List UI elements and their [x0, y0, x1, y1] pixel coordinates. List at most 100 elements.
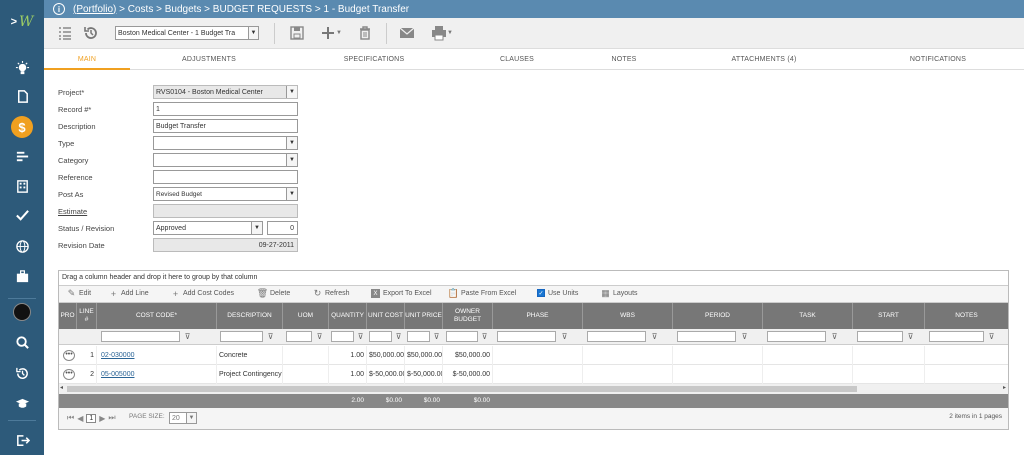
post-as-select[interactable]: Revised Budget ▼: [153, 187, 298, 201]
project-select[interactable]: RVS0104 - Boston Medical Center ▼: [153, 85, 298, 99]
tab-adjustments[interactable]: ADJUSTMENTS: [166, 49, 252, 70]
filter-input-cost-code[interactable]: [101, 331, 180, 342]
costs-dollar-icon[interactable]: $: [11, 116, 33, 138]
scroll-right-icon[interactable]: ▸: [1003, 384, 1006, 391]
column-header-start[interactable]: START: [853, 303, 925, 329]
filter-icon[interactable]: ⊽: [560, 332, 569, 341]
email-icon[interactable]: [398, 24, 416, 42]
filter-icon[interactable]: ⊽: [480, 332, 489, 341]
cell-cost-code[interactable]: 05-005000: [97, 365, 217, 384]
use-units-toggle[interactable]: ✓ Use Units: [537, 289, 578, 297]
layouts-button[interactable]: ▦ Layouts: [601, 288, 637, 298]
tab-specifications[interactable]: SPECIFICATIONS: [324, 49, 424, 70]
user-avatar[interactable]: [13, 303, 31, 321]
column-header-line[interactable]: LINE #: [77, 303, 97, 329]
add-icon[interactable]: ▼: [318, 24, 344, 42]
filter-input-description[interactable]: [220, 331, 263, 342]
column-header-phase[interactable]: PHASE: [493, 303, 583, 329]
column-header-unit-price[interactable]: UNIT PRICE: [405, 303, 443, 329]
info-icon[interactable]: i: [53, 3, 65, 15]
column-header-quantity[interactable]: QUANTITY: [329, 303, 367, 329]
gantt-icon[interactable]: [0, 144, 44, 168]
first-page-icon[interactable]: ⏮: [67, 413, 74, 423]
filter-icon[interactable]: ⊽: [315, 332, 324, 341]
edit-button[interactable]: ✎ Edit: [67, 288, 91, 298]
cell-cost-code[interactable]: 02-030000: [97, 346, 217, 365]
category-select[interactable]: ▼: [153, 153, 298, 167]
page-size-select[interactable]: 20 ▼: [169, 412, 197, 424]
filter-input-quantity[interactable]: [331, 331, 354, 342]
last-page-icon[interactable]: ⏭: [108, 413, 115, 423]
app-logo[interactable]: > W: [0, 0, 44, 44]
filter-icon[interactable]: ⊽: [830, 332, 839, 341]
filter-input-period[interactable]: [677, 331, 736, 342]
scrollbar-thumb[interactable]: [67, 386, 857, 392]
save-icon[interactable]: [288, 24, 306, 42]
column-header-task[interactable]: TASK: [763, 303, 853, 329]
tab-attachments[interactable]: ATTACHMENTS (4): [714, 49, 814, 70]
filter-input-unit-price[interactable]: [407, 331, 430, 342]
add-line-button[interactable]: + Add Line: [109, 289, 149, 299]
column-header-notes[interactable]: NOTES: [925, 303, 1008, 329]
graduation-cap-icon[interactable]: [0, 391, 44, 415]
briefcase-icon[interactable]: [0, 264, 44, 288]
filter-icon[interactable]: ⊽: [432, 332, 441, 341]
tab-notes[interactable]: NOTES: [581, 49, 667, 70]
filter-icon[interactable]: ⊽: [650, 332, 659, 341]
horizontal-scrollbar[interactable]: ◂ ▸: [59, 384, 1008, 394]
list-icon[interactable]: [56, 24, 74, 42]
column-header-cost-code[interactable]: COST CODE*: [97, 303, 217, 329]
column-header-uom[interactable]: UOM: [283, 303, 329, 329]
filter-input-start[interactable]: [857, 331, 903, 342]
logout-icon[interactable]: [0, 428, 44, 452]
filter-icon[interactable]: ⊽: [987, 332, 996, 341]
filter-input-phase[interactable]: [497, 331, 556, 342]
description-input[interactable]: Budget Transfer: [153, 119, 298, 133]
breadcrumb-portfolio-link[interactable]: (Portfolio): [73, 4, 116, 15]
table-row[interactable]: ••• 2 05-005000 Project Contingency 1.00…: [59, 365, 1008, 384]
next-page-icon[interactable]: ▶: [99, 414, 105, 423]
document-icon[interactable]: [0, 84, 44, 108]
type-select[interactable]: ▼: [153, 136, 298, 150]
building-icon[interactable]: [0, 174, 44, 198]
filter-icon[interactable]: ⊽: [394, 332, 403, 341]
column-header-description[interactable]: DESCRIPTION: [217, 303, 283, 329]
filter-input-unit-cost[interactable]: [369, 331, 392, 342]
print-icon[interactable]: ▼: [428, 24, 456, 42]
column-header-period[interactable]: PERIOD: [673, 303, 763, 329]
column-header-owner-budget[interactable]: OWNER BUDGET: [443, 303, 493, 329]
scroll-left-icon[interactable]: ◂: [60, 384, 63, 391]
estimate-label[interactable]: Estimate: [58, 207, 87, 216]
history-icon[interactable]: [0, 361, 44, 385]
column-header-unit-cost[interactable]: UNIT COST: [367, 303, 405, 329]
filter-icon[interactable]: ⊽: [356, 332, 365, 341]
filter-input-wbs[interactable]: [587, 331, 646, 342]
trash-icon[interactable]: [356, 24, 374, 42]
filter-icon[interactable]: ⊽: [266, 332, 275, 341]
filter-icon[interactable]: ⊽: [906, 332, 915, 341]
add-cost-codes-button[interactable]: + Add Cost Codes: [171, 289, 234, 299]
undo-history-icon[interactable]: [82, 24, 100, 42]
lightbulb-icon[interactable]: [0, 56, 44, 80]
filter-input-notes[interactable]: [929, 331, 984, 342]
revision-input[interactable]: 0: [267, 221, 298, 235]
filter-icon[interactable]: ⊽: [183, 332, 192, 341]
filter-icon[interactable]: ⊽: [740, 332, 749, 341]
record-number-input[interactable]: 1: [153, 102, 298, 116]
paste-excel-button[interactable]: 📋 Paste From Excel: [448, 288, 516, 298]
prev-page-icon[interactable]: ◀: [77, 414, 83, 423]
checkmark-icon[interactable]: [0, 203, 44, 227]
reference-input[interactable]: [153, 170, 298, 184]
delete-button[interactable]: 🗑 Delete: [257, 288, 290, 298]
globe-icon[interactable]: [0, 234, 44, 258]
status-select[interactable]: Approved ▼: [153, 221, 263, 235]
tab-clauses[interactable]: CLAUSES: [474, 49, 560, 70]
search-icon[interactable]: [0, 330, 44, 354]
filter-input-uom[interactable]: [286, 331, 312, 342]
tab-notifications[interactable]: NOTIFICATIONS: [888, 49, 988, 70]
table-row[interactable]: ••• 1 02-030000 Concrete 1.00 $50,000.00…: [59, 346, 1008, 365]
group-by-drop-area[interactable]: Drag a column header and drop it here to…: [59, 271, 1008, 286]
export-excel-button[interactable]: X Export To Excel: [371, 289, 432, 298]
refresh-button[interactable]: ↻ Refresh: [313, 288, 350, 298]
filter-input-owner-budget[interactable]: [446, 331, 478, 342]
